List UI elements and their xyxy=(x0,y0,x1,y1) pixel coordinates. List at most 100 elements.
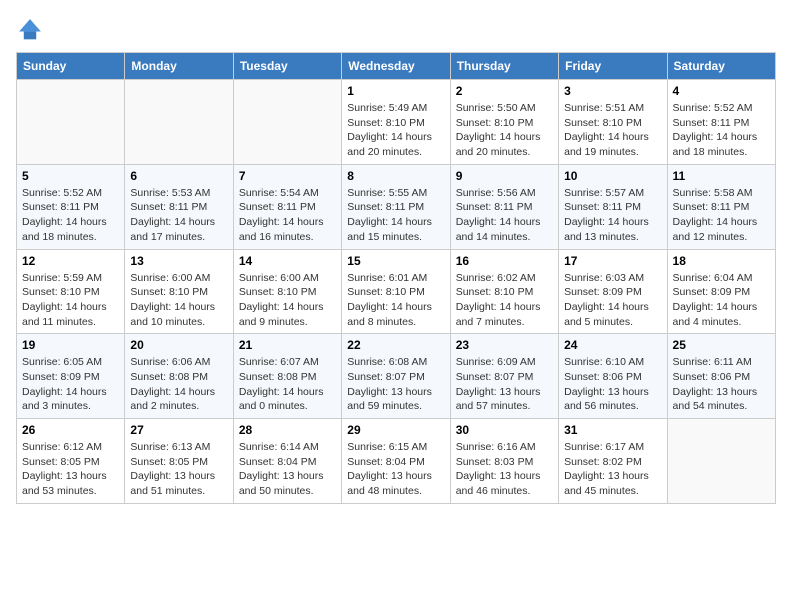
day-number: 24 xyxy=(564,338,661,352)
day-info: Sunrise: 5:49 AM Sunset: 8:10 PM Dayligh… xyxy=(347,101,444,160)
day-info: Sunrise: 6:00 AM Sunset: 8:10 PM Dayligh… xyxy=(239,271,336,330)
day-number: 10 xyxy=(564,169,661,183)
day-number: 29 xyxy=(347,423,444,437)
calendar-cell: 20 Sunrise: 6:06 AM Sunset: 8:08 PM Dayl… xyxy=(125,334,233,419)
calendar-cell xyxy=(17,80,125,165)
day-number: 9 xyxy=(456,169,553,183)
day-info: Sunrise: 5:52 AM Sunset: 8:11 PM Dayligh… xyxy=(22,186,119,245)
day-number: 17 xyxy=(564,254,661,268)
day-number: 19 xyxy=(22,338,119,352)
day-info: Sunrise: 6:15 AM Sunset: 8:04 PM Dayligh… xyxy=(347,440,444,499)
calendar-cell: 4 Sunrise: 5:52 AM Sunset: 8:11 PM Dayli… xyxy=(667,80,775,165)
weekday-header-wednesday: Wednesday xyxy=(342,53,450,80)
day-number: 21 xyxy=(239,338,336,352)
weekday-header-sunday: Sunday xyxy=(17,53,125,80)
calendar-body: 1 Sunrise: 5:49 AM Sunset: 8:10 PM Dayli… xyxy=(17,80,776,504)
weekday-header-tuesday: Tuesday xyxy=(233,53,341,80)
calendar-table: SundayMondayTuesdayWednesdayThursdayFrid… xyxy=(16,52,776,504)
day-info: Sunrise: 5:55 AM Sunset: 8:11 PM Dayligh… xyxy=(347,186,444,245)
day-number: 12 xyxy=(22,254,119,268)
calendar-cell: 12 Sunrise: 5:59 AM Sunset: 8:10 PM Dayl… xyxy=(17,249,125,334)
day-info: Sunrise: 6:16 AM Sunset: 8:03 PM Dayligh… xyxy=(456,440,553,499)
calendar-cell: 7 Sunrise: 5:54 AM Sunset: 8:11 PM Dayli… xyxy=(233,164,341,249)
calendar-week-4: 19 Sunrise: 6:05 AM Sunset: 8:09 PM Dayl… xyxy=(17,334,776,419)
day-info: Sunrise: 6:02 AM Sunset: 8:10 PM Dayligh… xyxy=(456,271,553,330)
calendar-cell: 6 Sunrise: 5:53 AM Sunset: 8:11 PM Dayli… xyxy=(125,164,233,249)
day-info: Sunrise: 6:03 AM Sunset: 8:09 PM Dayligh… xyxy=(564,271,661,330)
calendar-cell xyxy=(125,80,233,165)
calendar-cell: 17 Sunrise: 6:03 AM Sunset: 8:09 PM Dayl… xyxy=(559,249,667,334)
day-number: 6 xyxy=(130,169,227,183)
weekday-header-thursday: Thursday xyxy=(450,53,558,80)
calendar-cell: 21 Sunrise: 6:07 AM Sunset: 8:08 PM Dayl… xyxy=(233,334,341,419)
day-number: 2 xyxy=(456,84,553,98)
calendar-week-5: 26 Sunrise: 6:12 AM Sunset: 8:05 PM Dayl… xyxy=(17,419,776,504)
calendar-cell: 24 Sunrise: 6:10 AM Sunset: 8:06 PM Dayl… xyxy=(559,334,667,419)
calendar-week-3: 12 Sunrise: 5:59 AM Sunset: 8:10 PM Dayl… xyxy=(17,249,776,334)
calendar-week-2: 5 Sunrise: 5:52 AM Sunset: 8:11 PM Dayli… xyxy=(17,164,776,249)
logo xyxy=(16,16,48,44)
day-info: Sunrise: 6:11 AM Sunset: 8:06 PM Dayligh… xyxy=(673,355,770,414)
day-number: 5 xyxy=(22,169,119,183)
day-info: Sunrise: 5:51 AM Sunset: 8:10 PM Dayligh… xyxy=(564,101,661,160)
day-number: 25 xyxy=(673,338,770,352)
calendar-cell: 18 Sunrise: 6:04 AM Sunset: 8:09 PM Dayl… xyxy=(667,249,775,334)
day-info: Sunrise: 5:53 AM Sunset: 8:11 PM Dayligh… xyxy=(130,186,227,245)
day-info: Sunrise: 6:00 AM Sunset: 8:10 PM Dayligh… xyxy=(130,271,227,330)
calendar-cell: 5 Sunrise: 5:52 AM Sunset: 8:11 PM Dayli… xyxy=(17,164,125,249)
calendar-cell: 10 Sunrise: 5:57 AM Sunset: 8:11 PM Dayl… xyxy=(559,164,667,249)
calendar-cell: 31 Sunrise: 6:17 AM Sunset: 8:02 PM Dayl… xyxy=(559,419,667,504)
day-number: 15 xyxy=(347,254,444,268)
day-info: Sunrise: 5:52 AM Sunset: 8:11 PM Dayligh… xyxy=(673,101,770,160)
weekday-header-monday: Monday xyxy=(125,53,233,80)
day-info: Sunrise: 5:56 AM Sunset: 8:11 PM Dayligh… xyxy=(456,186,553,245)
calendar-cell: 13 Sunrise: 6:00 AM Sunset: 8:10 PM Dayl… xyxy=(125,249,233,334)
calendar-cell: 9 Sunrise: 5:56 AM Sunset: 8:11 PM Dayli… xyxy=(450,164,558,249)
calendar-cell: 2 Sunrise: 5:50 AM Sunset: 8:10 PM Dayli… xyxy=(450,80,558,165)
day-info: Sunrise: 6:10 AM Sunset: 8:06 PM Dayligh… xyxy=(564,355,661,414)
day-info: Sunrise: 6:06 AM Sunset: 8:08 PM Dayligh… xyxy=(130,355,227,414)
day-number: 27 xyxy=(130,423,227,437)
day-number: 3 xyxy=(564,84,661,98)
day-info: Sunrise: 6:12 AM Sunset: 8:05 PM Dayligh… xyxy=(22,440,119,499)
day-number: 22 xyxy=(347,338,444,352)
day-info: Sunrise: 5:54 AM Sunset: 8:11 PM Dayligh… xyxy=(239,186,336,245)
calendar-cell: 23 Sunrise: 6:09 AM Sunset: 8:07 PM Dayl… xyxy=(450,334,558,419)
day-number: 28 xyxy=(239,423,336,437)
day-number: 14 xyxy=(239,254,336,268)
day-number: 31 xyxy=(564,423,661,437)
day-info: Sunrise: 6:17 AM Sunset: 8:02 PM Dayligh… xyxy=(564,440,661,499)
calendar-cell: 30 Sunrise: 6:16 AM Sunset: 8:03 PM Dayl… xyxy=(450,419,558,504)
calendar-cell: 25 Sunrise: 6:11 AM Sunset: 8:06 PM Dayl… xyxy=(667,334,775,419)
day-number: 11 xyxy=(673,169,770,183)
calendar-cell: 15 Sunrise: 6:01 AM Sunset: 8:10 PM Dayl… xyxy=(342,249,450,334)
calendar-cell: 14 Sunrise: 6:00 AM Sunset: 8:10 PM Dayl… xyxy=(233,249,341,334)
day-info: Sunrise: 6:13 AM Sunset: 8:05 PM Dayligh… xyxy=(130,440,227,499)
day-number: 8 xyxy=(347,169,444,183)
calendar-cell: 28 Sunrise: 6:14 AM Sunset: 8:04 PM Dayl… xyxy=(233,419,341,504)
day-number: 13 xyxy=(130,254,227,268)
calendar-cell: 27 Sunrise: 6:13 AM Sunset: 8:05 PM Dayl… xyxy=(125,419,233,504)
day-info: Sunrise: 6:01 AM Sunset: 8:10 PM Dayligh… xyxy=(347,271,444,330)
calendar-week-1: 1 Sunrise: 5:49 AM Sunset: 8:10 PM Dayli… xyxy=(17,80,776,165)
day-number: 7 xyxy=(239,169,336,183)
calendar-cell: 8 Sunrise: 5:55 AM Sunset: 8:11 PM Dayli… xyxy=(342,164,450,249)
calendar-cell: 26 Sunrise: 6:12 AM Sunset: 8:05 PM Dayl… xyxy=(17,419,125,504)
day-number: 16 xyxy=(456,254,553,268)
calendar-cell: 22 Sunrise: 6:08 AM Sunset: 8:07 PM Dayl… xyxy=(342,334,450,419)
day-info: Sunrise: 6:09 AM Sunset: 8:07 PM Dayligh… xyxy=(456,355,553,414)
day-info: Sunrise: 5:50 AM Sunset: 8:10 PM Dayligh… xyxy=(456,101,553,160)
page-header xyxy=(16,16,776,44)
calendar-cell: 19 Sunrise: 6:05 AM Sunset: 8:09 PM Dayl… xyxy=(17,334,125,419)
day-info: Sunrise: 6:04 AM Sunset: 8:09 PM Dayligh… xyxy=(673,271,770,330)
day-info: Sunrise: 5:58 AM Sunset: 8:11 PM Dayligh… xyxy=(673,186,770,245)
day-number: 30 xyxy=(456,423,553,437)
calendar-cell: 3 Sunrise: 5:51 AM Sunset: 8:10 PM Dayli… xyxy=(559,80,667,165)
weekday-header-friday: Friday xyxy=(559,53,667,80)
day-info: Sunrise: 5:57 AM Sunset: 8:11 PM Dayligh… xyxy=(564,186,661,245)
logo-icon xyxy=(16,16,44,44)
day-info: Sunrise: 5:59 AM Sunset: 8:10 PM Dayligh… xyxy=(22,271,119,330)
day-number: 20 xyxy=(130,338,227,352)
day-number: 1 xyxy=(347,84,444,98)
day-number: 26 xyxy=(22,423,119,437)
